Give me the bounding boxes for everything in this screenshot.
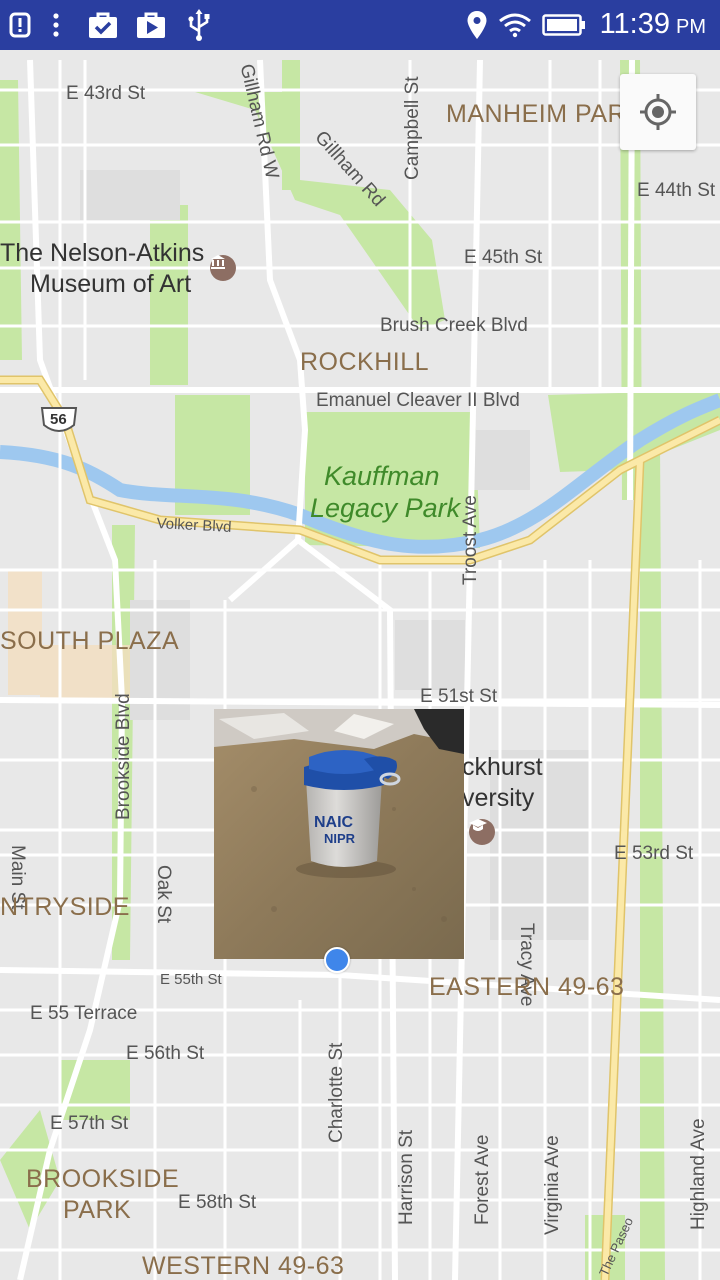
university-icon[interactable] [469, 819, 495, 845]
neighborhood-eastern: EASTERN 49-63 [429, 973, 625, 1001]
cup-label-line1: NAIC [314, 814, 354, 831]
park-kauffman-line1-text: Kauffman [324, 461, 440, 491]
street-label-harrison: Harrison St [396, 1129, 417, 1225]
neighborhood-countryside: NTRYSIDE [0, 893, 130, 921]
my-location-button[interactable] [620, 74, 696, 150]
street-label-e57: E 57th St [50, 1113, 129, 1134]
google-logo-o2: o [58, 1276, 79, 1280]
neighborhood-south-plaza: SOUTH PLAZA [0, 627, 180, 655]
google-logo-o1: o [38, 1276, 59, 1280]
google-logo-g2: g [79, 1276, 100, 1280]
usb-icon [184, 0, 214, 50]
street-label-brookside: Brookside Blvd [113, 693, 134, 820]
clock: 11:39 PM [600, 0, 706, 50]
wifi-icon [498, 0, 532, 50]
street-label-e55-terrace: E 55 Terrace [30, 1003, 138, 1024]
street-label-e58: E 58th St [178, 1192, 257, 1213]
street-label-campbell: Campbell St [402, 76, 423, 181]
poi-nelson-atkins-line1: The Nelson-Atkins [0, 239, 205, 267]
neighborhood-rockhill: ROCKHILL [300, 348, 430, 376]
street-label-charlotte: Charlotte St [326, 1042, 347, 1143]
street-label-forest: Forest Ave [472, 1134, 493, 1225]
street-label-e56: E 56th St [126, 1043, 205, 1064]
neighborhood-manheim-park: MANHEIM PARK [446, 100, 644, 128]
street-label-e44: E 44th St [637, 180, 716, 201]
street-label-highland: Highland Ave [688, 1118, 709, 1230]
route-shield-number: 56 [50, 411, 67, 428]
street-label-e43: E 43rd St [66, 83, 146, 104]
map-view[interactable]: E 43rd St E 44th St E 45th St Gillham Rd… [0, 50, 720, 1280]
battery-icon [542, 0, 586, 50]
neighborhood-western: WESTERN 49-63 [142, 1252, 345, 1280]
my-location-icon [640, 94, 676, 130]
neighborhood-brookside-park-line2: PARK [63, 1196, 132, 1224]
photo-thumbnail: NAIC NIPR [214, 709, 464, 959]
google-logo-g: G [12, 1276, 38, 1280]
google-logo: Google [12, 1276, 127, 1280]
location-pin-icon [464, 0, 490, 50]
poi-nelson-atkins-line2: Museum of Art [30, 270, 192, 298]
map-base-layer [0, 59, 720, 1280]
poi-rockhurst-line2: versity [462, 784, 535, 812]
google-logo-e: e [108, 1276, 127, 1280]
clock-ampm: PM [676, 16, 706, 38]
poi-rockhurst-line1: ckhurst [462, 753, 543, 781]
neighborhood-brookside-park-line1: BROOKSIDE [26, 1165, 180, 1193]
street-label-virginia: Virginia Ave [542, 1135, 563, 1235]
park-kauffman-line1: Kauffman [310, 460, 440, 493]
more-vert-icon [46, 0, 66, 50]
street-label-e45: E 45th St [464, 247, 543, 268]
photo-marker[interactable]: NAIC NIPR [214, 709, 464, 959]
play-store-icon [134, 0, 168, 50]
museum-icon[interactable] [210, 255, 236, 281]
street-label-brush-creek: Brush Creek Blvd [380, 315, 528, 336]
street-label-e53: E 53rd St [614, 843, 694, 864]
street-label-e55: E 55th St [160, 971, 222, 988]
google-logo-l: l [99, 1276, 108, 1280]
street-label-emanuel-cleaver: Emanuel Cleaver II Blvd [316, 390, 520, 411]
briefcase-check-icon [86, 0, 120, 50]
street-label-e51: E 51st St [420, 686, 498, 707]
current-location-dot [324, 947, 350, 973]
cup-label-line2: NIPR [324, 831, 356, 846]
status-bar: 11:39 PM [0, 0, 720, 50]
street-label-troost: Troost Ave [460, 495, 481, 585]
clock-time: 11:39 [599, 8, 670, 40]
alert-icon [8, 0, 32, 50]
park-kauffman-line2: Legacy Park [310, 493, 461, 523]
street-label-oak: Oak St [153, 865, 174, 924]
